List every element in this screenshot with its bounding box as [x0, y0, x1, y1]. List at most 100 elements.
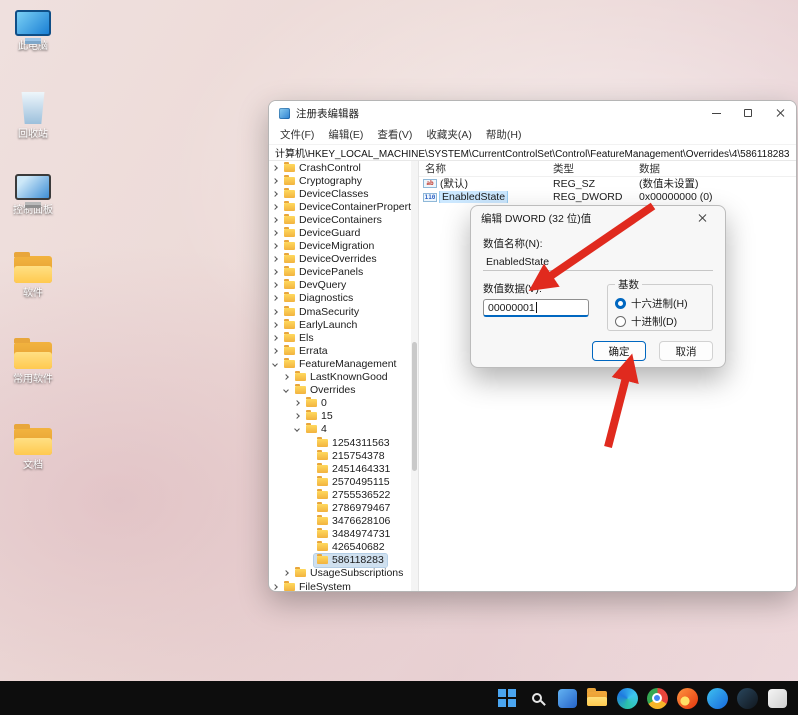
chevron-icon[interactable] [272, 321, 278, 328]
menu-file[interactable]: 文件(F) [273, 127, 321, 142]
tree-item-426540682[interactable]: 426540682 [269, 541, 411, 554]
dialog-close-button[interactable] [689, 206, 715, 230]
tree-item-DeviceMigration[interactable]: DeviceMigration [269, 240, 411, 253]
value-row-0[interactable]: ab (默认) REG_SZ (数值未设置) [419, 177, 796, 191]
chevron-icon[interactable] [294, 400, 300, 407]
menu-edit[interactable]: 编辑(E) [321, 127, 370, 142]
value-data-input[interactable]: 00000001 [483, 299, 589, 317]
tree-item-Overrides[interactable]: Overrides [269, 384, 411, 397]
tree-item-DeviceOverrides[interactable]: DeviceOverrides [269, 253, 411, 266]
window-titlebar[interactable]: 注册表编辑器 [269, 101, 796, 125]
column-header-data[interactable]: 数据 [639, 161, 796, 176]
file-explorer-icon[interactable] [584, 685, 610, 711]
game-app-icon[interactable] [734, 685, 760, 711]
chevron-icon[interactable] [272, 348, 278, 354]
chevron-icon[interactable] [283, 374, 289, 380]
tree-item-3484974731[interactable]: 3484974731 [269, 528, 411, 541]
desktop-icon-this-pc[interactable]: 此电脑 [4, 10, 62, 53]
edge-icon[interactable] [614, 685, 640, 711]
tree-item-Errata[interactable]: Errata [269, 344, 411, 357]
tree-item-0[interactable]: 0 [269, 397, 411, 410]
tree-item-586118283[interactable]: 586118283 [269, 552, 411, 568]
tree-item-15[interactable]: 15 [269, 410, 411, 423]
chevron-icon[interactable] [272, 308, 278, 315]
chevron-icon[interactable] [272, 295, 278, 302]
chrome-icon[interactable] [644, 685, 670, 711]
decimal-radio[interactable]: 十进制(D) [615, 314, 705, 329]
menu-view[interactable]: 查看(V) [370, 127, 419, 142]
tree-item-label: Els [299, 331, 314, 344]
tree-item-Diagnostics[interactable]: Diagnostics [269, 292, 411, 305]
tree-scrollbar-thumb[interactable] [412, 341, 417, 471]
maximize-button[interactable] [732, 101, 764, 125]
tree-item-UsageSubscriptions[interactable]: UsageSubscriptions [269, 567, 411, 580]
chevron-icon[interactable] [294, 413, 300, 420]
address-bar[interactable]: 计算机\HKEY_LOCAL_MACHINE\SYSTEM\CurrentCon… [269, 145, 796, 161]
value-row-1[interactable]: 110 EnabledState REG_DWORD 0x00000000 (0) [419, 191, 796, 205]
search-icon[interactable] [524, 685, 550, 711]
media-app-icon[interactable] [764, 685, 790, 711]
tree-item-DmaSecurity[interactable]: DmaSecurity [269, 305, 411, 318]
chevron-icon[interactable] [272, 164, 278, 171]
column-header-type[interactable]: 类型 [553, 161, 639, 176]
start-icon[interactable] [494, 685, 520, 711]
tree-item-DeviceGuard[interactable]: DeviceGuard [269, 226, 411, 239]
widgets-icon[interactable] [554, 685, 580, 711]
dialog-titlebar[interactable]: 编辑 DWORD (32 位)值 [471, 206, 725, 230]
tree-item-3476628106[interactable]: 3476628106 [269, 515, 411, 528]
tree-item-LastKnownGood[interactable]: LastKnownGood [269, 371, 411, 384]
firefox-icon[interactable] [674, 685, 700, 711]
tree-item-FeatureManagement[interactable]: FeatureManagement [269, 357, 411, 370]
ok-button[interactable]: 确定 [592, 341, 646, 361]
tree-item-label: 15 [321, 410, 333, 423]
tree-item-label: 2570495115 [332, 475, 390, 488]
chat-app-icon[interactable] [704, 685, 730, 711]
desktop-icon-recycle-bin[interactable]: 回收站 [4, 92, 62, 141]
tree-item-4[interactable]: 4 [269, 423, 411, 436]
chevron-icon[interactable] [272, 583, 278, 590]
chevron-icon[interactable] [283, 387, 289, 393]
chevron-icon[interactable] [272, 230, 278, 236]
chevron-icon[interactable] [272, 256, 278, 263]
tree-item-DeviceContainerPropertyUpda[interactable]: DeviceContainerPropertyUpda [269, 200, 411, 213]
column-header-name[interactable]: 名称 [419, 161, 553, 176]
desktop-icon-folder-docs[interactable]: 文档 [4, 424, 62, 472]
tree-item-2755536522[interactable]: 2755536522 [269, 488, 411, 501]
chevron-icon[interactable] [272, 217, 278, 223]
tree-item-2451464331[interactable]: 2451464331 [269, 462, 411, 475]
tree-item-EarlyLaunch[interactable]: EarlyLaunch [269, 318, 411, 331]
chevron-icon[interactable] [294, 426, 300, 433]
tree-item-CrashControl[interactable]: CrashControl [269, 161, 411, 174]
value-name-field[interactable]: EnabledState [483, 254, 713, 271]
tree-item-Cryptography[interactable]: Cryptography [269, 174, 411, 187]
tree-scrollbar[interactable] [411, 161, 418, 591]
tree-item-DevicePanels[interactable]: DevicePanels [269, 266, 411, 279]
tree-item-1254311563[interactable]: 1254311563 [269, 436, 411, 449]
minimize-button[interactable] [700, 101, 732, 125]
chevron-icon[interactable] [272, 361, 278, 367]
hexadecimal-radio[interactable]: 十六进制(H) [615, 296, 705, 311]
close-button[interactable] [764, 101, 796, 125]
chevron-icon[interactable] [272, 177, 278, 184]
cancel-button[interactable]: 取消 [659, 341, 713, 361]
menu-favorites[interactable]: 收藏夹(A) [419, 127, 479, 142]
desktop-icon-control-panel[interactable]: 控制面板 [4, 174, 62, 217]
tree-item-FileSystem[interactable]: FileSystem [269, 580, 411, 591]
tree-item-DevQuery[interactable]: DevQuery [269, 279, 411, 292]
tree-item-DeviceContainers[interactable]: DeviceContainers [269, 213, 411, 226]
tree-item-DeviceClasses[interactable]: DeviceClasses [269, 187, 411, 200]
chevron-icon[interactable] [272, 190, 278, 197]
chevron-icon[interactable] [272, 334, 278, 341]
desktop-icon-folder-tools[interactable]: 常用软件 [4, 338, 62, 386]
tree-item-2786979467[interactable]: 2786979467 [269, 501, 411, 514]
tree-item-215754378[interactable]: 215754378 [269, 449, 411, 462]
menu-help[interactable]: 帮助(H) [479, 127, 529, 142]
chevron-icon[interactable] [272, 282, 278, 289]
chevron-icon[interactable] [272, 243, 278, 249]
chevron-icon[interactable] [272, 269, 278, 276]
chevron-icon[interactable] [272, 203, 278, 210]
tree-item-2570495115[interactable]: 2570495115 [269, 475, 411, 488]
chevron-icon[interactable] [283, 570, 289, 577]
desktop-icon-folder-software[interactable]: 软件 [4, 252, 62, 300]
tree-item-Els[interactable]: Els [269, 331, 411, 344]
